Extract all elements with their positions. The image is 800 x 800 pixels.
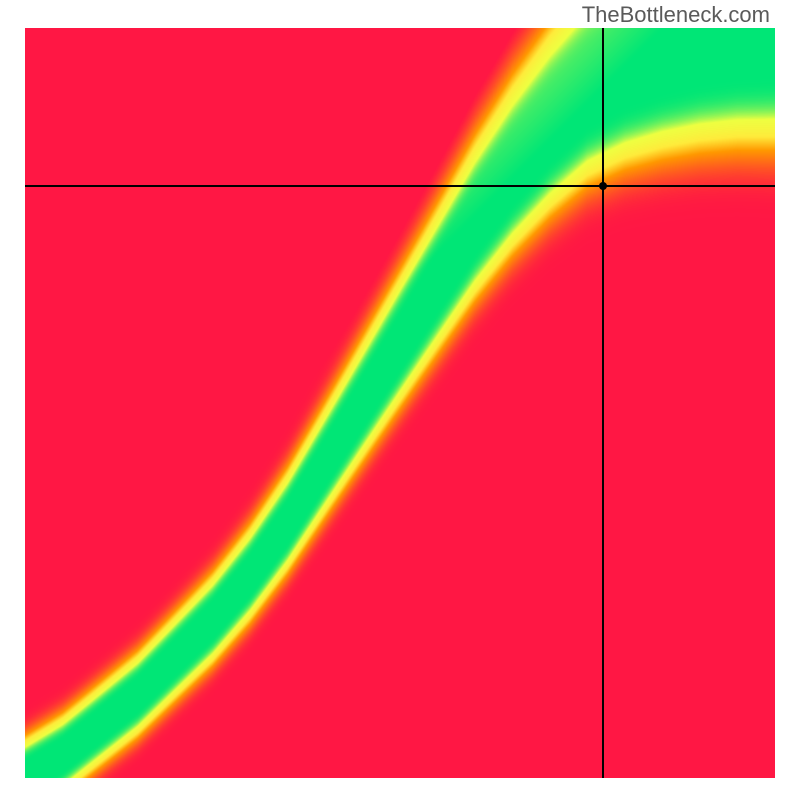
heatmap-canvas (25, 28, 775, 778)
crosshair-horizontal (25, 185, 775, 187)
plot-area (25, 28, 775, 778)
chart-container: TheBottleneck.com (0, 0, 800, 800)
crosshair-point (599, 182, 607, 190)
watermark-text: TheBottleneck.com (582, 2, 770, 28)
crosshair-vertical (602, 28, 604, 778)
